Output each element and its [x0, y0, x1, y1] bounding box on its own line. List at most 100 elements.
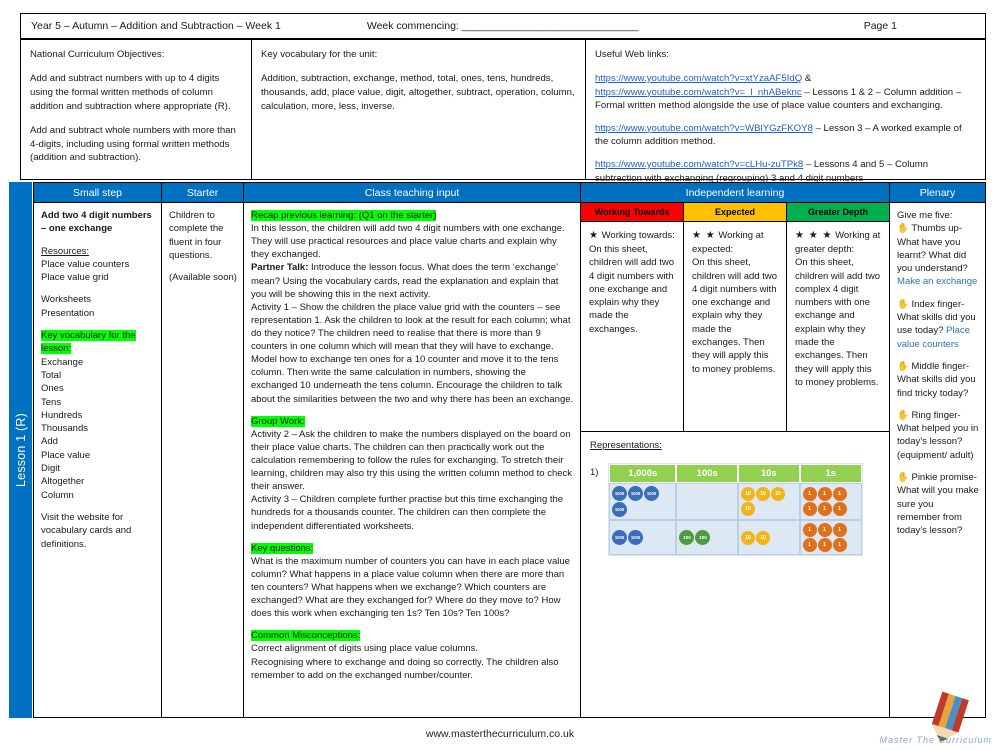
unit-title: Year 5 – Autumn – Addition and Subtracti…: [31, 20, 281, 32]
header-class-teaching: Class teaching input: [244, 183, 580, 203]
differentiation-content-row: ★ Working towards: On this sheet, childr…: [581, 222, 889, 432]
pv-header-tens: 10s: [737, 464, 800, 483]
column-small-step: Small step Add two 4 digit numbers – one…: [34, 183, 161, 717]
pv-cell-tens: 10 10: [737, 520, 800, 555]
lesson-vocab-item: Hundreds: [41, 409, 83, 421]
misconceptions-body: Correct alignment of digits using place …: [251, 643, 559, 681]
plenary-item-text: Pinkie promise- What will you make sure …: [897, 472, 979, 537]
starter-note: (Available soon): [169, 272, 237, 284]
week-commencing-label: Week commencing: _______________________…: [281, 20, 639, 32]
header-starter: Starter: [162, 183, 243, 203]
place-value-counter-tens: 10: [740, 530, 755, 545]
page-number: Page 1: [863, 20, 897, 32]
place-value-counter-tens: 10: [755, 530, 770, 545]
pv-cell-hundreds: 100 100: [676, 520, 738, 555]
place-value-counter-ones: 1: [832, 487, 847, 501]
pv-cell-hundreds: [676, 483, 738, 520]
footer-website-url[interactable]: www.masterthecurriculum.co.uk: [0, 728, 1000, 740]
web-heading: Useful Web links:: [595, 49, 669, 60]
useful-web-links-cell: Useful Web links: https://www.youtube.co…: [585, 40, 985, 184]
vocab-words: Addition, subtraction, exchange, method,…: [261, 72, 575, 112]
small-step-body: Add two 4 digit numbers – one exchange R…: [34, 203, 161, 717]
youtube-link-3[interactable]: https://www.youtube.com/watch?v=WBlYGzFK…: [595, 123, 813, 134]
pv-cell-thousands: 1000 1000 1000 1000: [609, 483, 677, 520]
lesson-spine: Lesson 1 (R): [9, 182, 32, 718]
place-value-counter-ones: 1: [802, 487, 817, 501]
nc-heading: National Curriculum Objectives:: [30, 49, 165, 60]
hand-icon: ✋: [897, 298, 909, 310]
lesson-vocab-item: Place value: [41, 449, 91, 461]
youtube-link-4[interactable]: https://www.youtube.com/watch?v=cLHu-zuT…: [595, 159, 803, 170]
hand-icon: ✋: [897, 472, 909, 484]
header-independent-learning: Independent learning: [581, 183, 889, 203]
lesson-vocab-item: Add: [41, 436, 58, 448]
key-vocabulary-cell: Key vocabulary for the unit: Addition, s…: [251, 40, 585, 179]
web-link-group-1: https://www.youtube.com/watch?v=xtYzaAF5…: [595, 72, 976, 113]
recap-heading: Recap previous learning: (Q1 on the star…: [251, 210, 437, 221]
plenary-item: ✋ Middle finger- What skills did you fin…: [897, 360, 979, 400]
lesson-vocab-item: Exchange: [41, 356, 84, 368]
diff-header-expected: Expected: [683, 203, 786, 221]
representation-number: 1): [590, 467, 599, 478]
starter-body: Children to complete the fluent in four …: [162, 203, 243, 717]
place-value-counter-ones: 1: [817, 487, 832, 501]
plenary-item: ✋ Index finger- What skills did you use …: [897, 298, 979, 351]
activity-1: Activity 1 – Show the children the place…: [251, 301, 574, 405]
place-value-counter-ones: 1: [832, 538, 847, 552]
logo-wordmark: Master The Curriculum: [879, 735, 992, 745]
partner-talk: Partner Talk: Introduce the lesson focus…: [251, 262, 559, 300]
diff-body-greater-depth: On this sheet, children will add two com…: [795, 257, 881, 388]
misconceptions-heading: Common Misconceptions:: [251, 630, 361, 642]
small-step-title: Add two 4 digit numbers – one exchange: [41, 210, 152, 235]
youtube-link-1[interactable]: https://www.youtube.com/watch?v=xtYzaAF5…: [595, 73, 802, 84]
plenary-item: ✋ Ring finger- What helped you in today’…: [897, 409, 979, 462]
diff-header-greater-depth: Greater Depth: [786, 203, 889, 221]
diff-cell-greater-depth: ★ ★ ★ Working at greater depth: On this …: [786, 222, 889, 431]
week-commencing-text: Week commencing:: [366, 20, 462, 32]
column-class-teaching: Class teaching input Recap previous lear…: [243, 183, 580, 717]
place-value-counter-hundreds: 100: [695, 530, 711, 545]
star-rating-icon: ★: [589, 230, 599, 241]
recap-body: In this lesson, the children will add tw…: [251, 223, 565, 261]
diff-cell-working-towards: ★ Working towards: On this sheet, childr…: [581, 222, 683, 431]
place-value-counter-ones: 1: [802, 502, 817, 516]
place-value-counter-tens: 10: [740, 487, 755, 501]
key-questions-body: What is the maximum number of counters y…: [251, 555, 570, 620]
place-value-counter-ones: 1: [817, 538, 832, 552]
pv-cell-ones: 111111: [799, 483, 862, 520]
place-value-counter-tens: 10: [770, 487, 785, 501]
lesson-plan-grid: Small step Add two 4 digit numbers – one…: [33, 182, 986, 718]
place-value-counter-ones: 1: [802, 523, 817, 537]
week-commencing-blank[interactable]: _________________________________: [462, 20, 639, 32]
diff-body-working-towards: On this sheet, children will add two 4 d…: [589, 244, 675, 335]
place-value-counter-hundreds: 100: [679, 530, 695, 545]
hand-icon: ✋: [897, 223, 909, 235]
place-value-counter-thousands: 1000: [628, 530, 643, 545]
worksheet-page: Year 5 – Autumn – Addition and Subtracti…: [0, 0, 1000, 750]
place-value-counter-thousands: 1000: [612, 530, 627, 545]
diff-body-expected: On this sheet, children will add two 4 d…: [692, 257, 778, 375]
hand-icon: ✋: [897, 409, 909, 421]
plenary-item-text: Middle finger- What skills did you find …: [897, 360, 976, 399]
header-small-step: Small step: [34, 183, 161, 203]
lesson-vocab-item: Total: [41, 369, 62, 381]
lesson-vocab-item: Ones: [41, 383, 64, 395]
nc-objective-1: Add and subtract numbers with up to 4 di…: [30, 72, 231, 112]
place-value-grid: 1,000s 100s 10s 1s 1000 1000 1000 1000 10 10…: [608, 463, 863, 556]
column-starter: Starter Children to complete the fluent …: [161, 183, 243, 717]
link1-suffix: &: [802, 72, 812, 84]
place-value-counter-ones: 1: [832, 502, 847, 516]
hand-icon: ✋: [897, 360, 909, 372]
pv-cell-tens: 10 10 10 10: [737, 483, 800, 520]
activity-3: Activity 3 – Children complete further p…: [251, 494, 564, 532]
plenary-title: Give me five:: [897, 210, 953, 221]
resource-item: Place value counters: [41, 258, 130, 270]
plenary-item: ✋ Pinkie promise- What will you make sur…: [897, 471, 979, 537]
diff-header-working-towards: Working Towards: [581, 203, 683, 221]
place-value-counter-thousands: 1000: [612, 486, 627, 501]
vocab-heading: Key vocabulary for the unit:: [261, 49, 378, 60]
material-item: Worksheets: [41, 294, 91, 306]
youtube-link-2[interactable]: https://www.youtube.com/watch?v=_l_nhABe…: [595, 87, 802, 98]
material-item: Presentation: [41, 307, 95, 319]
differentiation-header-row: Working Towards Expected Greater Depth: [581, 203, 889, 222]
